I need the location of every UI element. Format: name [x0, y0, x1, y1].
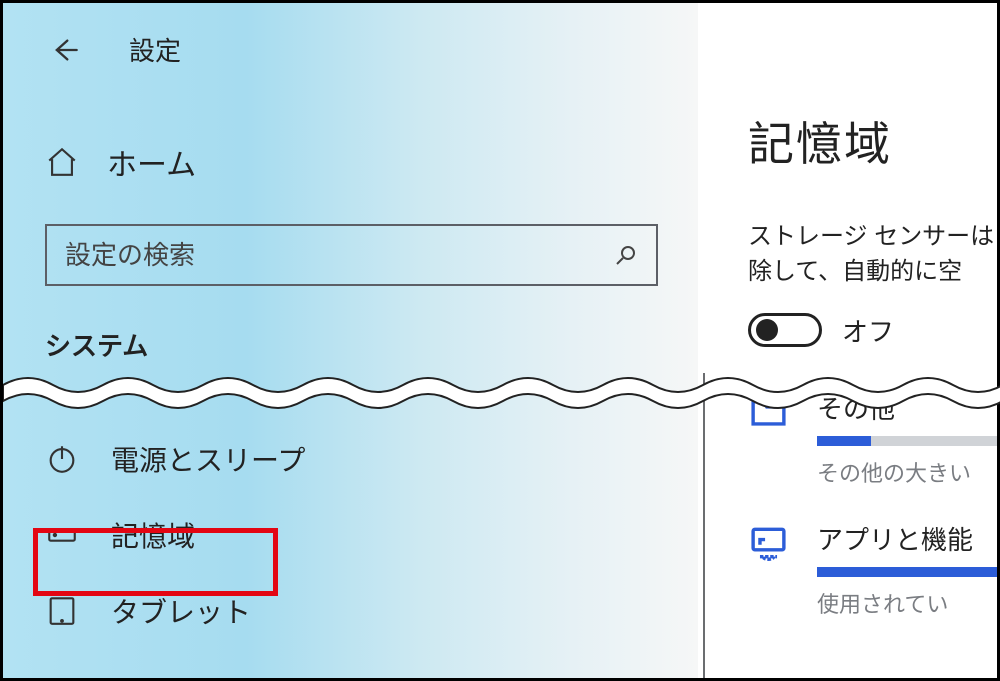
search-input-wrapper[interactable]: [45, 224, 658, 286]
search-icon: [614, 243, 638, 267]
category-sub: 使用されてい: [817, 587, 997, 619]
storage-sense-toggle-row: オフ: [748, 312, 997, 349]
tablet-icon: [45, 594, 79, 628]
titlebar: 設定: [3, 3, 698, 68]
monitor-icon: [748, 520, 789, 566]
main-pane: 記憶域 ストレージ センサーは 除して、自動的に空 オフ その他 その他の大きい: [748, 3, 997, 678]
toggle-label: オフ: [842, 312, 894, 349]
nav-label: 電源とスリープ: [111, 439, 305, 479]
home-label: ホーム: [107, 140, 196, 184]
category-body: その他 その他の大きい: [817, 389, 997, 488]
category-other[interactable]: その他 その他の大きい: [748, 389, 997, 488]
toggle-knob: [756, 319, 778, 341]
window-title: 設定: [129, 31, 181, 68]
sidebar-item-storage[interactable]: 記憶域: [3, 497, 698, 573]
category-title: その他: [817, 389, 997, 426]
sidebar-nav: 電源とスリープ 記憶域 タブレット: [3, 421, 698, 649]
sidebar: 設定 ホーム システム 電源とスリープ: [3, 3, 698, 678]
storage-sense-toggle[interactable]: [748, 313, 822, 347]
search-input[interactable]: [65, 240, 614, 271]
sidebar-item-power[interactable]: 電源とスリープ: [3, 421, 698, 497]
sidebar-section-label: システム: [3, 326, 698, 363]
settings-window: 設定 ホーム システム 電源とスリープ: [0, 0, 1000, 681]
nav-label: タブレット: [111, 591, 251, 631]
folder-icon: [748, 389, 789, 435]
category-bar: [817, 436, 997, 446]
category-title: アプリと機能: [817, 520, 997, 557]
sidebar-item-tablet[interactable]: タブレット: [3, 573, 698, 649]
category-bar-fill: [817, 436, 871, 446]
nav-label: 記憶域: [111, 515, 195, 555]
category-sub: その他の大きい: [817, 456, 997, 488]
vertical-divider: [703, 373, 705, 678]
home-icon: [45, 145, 79, 179]
power-icon: [45, 442, 79, 476]
category-apps[interactable]: アプリと機能 使用されてい: [748, 520, 997, 619]
storage-icon: [45, 518, 79, 552]
category-bar: [817, 567, 997, 577]
category-bar-fill: [817, 567, 997, 577]
sidebar-item-home[interactable]: ホーム: [3, 140, 698, 184]
back-icon[interactable]: [51, 36, 79, 64]
category-body: アプリと機能 使用されてい: [817, 520, 997, 619]
page-title: 記憶域: [748, 108, 997, 174]
storage-sense-description: ストレージ センサーは 除して、自動的に空: [748, 220, 997, 290]
